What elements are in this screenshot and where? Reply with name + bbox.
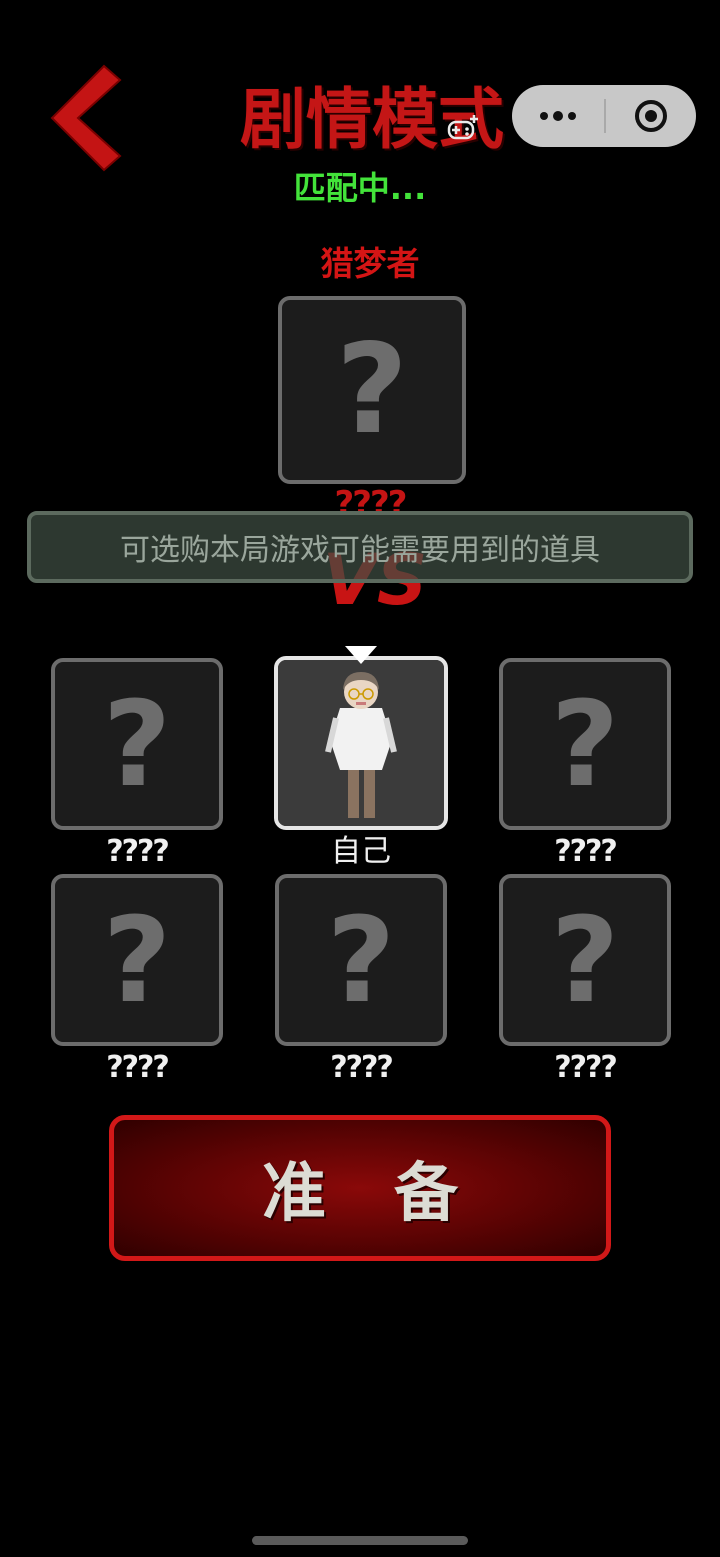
unknown-mark: ? [550, 675, 620, 813]
home-indicator [252, 1536, 468, 1545]
ready-button-label: 准备 [262, 1157, 526, 1231]
tip-bar: 可选购本局游戏可能需要用到的道具 [27, 511, 693, 583]
back-button[interactable] [48, 62, 128, 174]
player-slot-1: ? [51, 658, 223, 830]
player-name: ???? [330, 1050, 394, 1085]
unknown-mark: ? [336, 318, 408, 462]
chevron-left-icon [50, 64, 122, 172]
player-name: ???? [106, 1050, 170, 1085]
player-slot-3: ? [499, 658, 671, 830]
player-slot-4: ? [51, 874, 223, 1046]
miniprogram-capsule [512, 85, 696, 147]
ready-button[interactable]: 准备 [109, 1115, 611, 1261]
player-slot-5: ? [275, 874, 447, 1046]
hunter-slot: ? [278, 296, 466, 484]
unknown-mark: ? [550, 891, 620, 1029]
more-dots-icon [540, 111, 576, 121]
player-name: ???? [106, 834, 170, 869]
more-button[interactable] [512, 85, 604, 147]
target-circle-icon [635, 100, 667, 132]
player-name: ???? [554, 1050, 618, 1085]
unknown-mark: ? [102, 891, 172, 1029]
avatar [278, 660, 444, 826]
player-name: ???? [554, 834, 618, 869]
hunter-role-label: 猎梦者 [320, 244, 420, 283]
player-name-self: 自己 [331, 834, 391, 869]
unknown-mark: ? [102, 675, 172, 813]
player-slot-6: ? [499, 874, 671, 1046]
close-button[interactable] [606, 85, 696, 147]
match-status: 匹配中... [293, 169, 427, 207]
gamepad-icon [447, 115, 478, 140]
self-pointer-icon [345, 646, 377, 664]
tip-text: 可选购本局游戏可能需要用到的道具 [120, 533, 600, 568]
player-slot-self [274, 656, 448, 830]
unknown-mark: ? [326, 891, 396, 1029]
